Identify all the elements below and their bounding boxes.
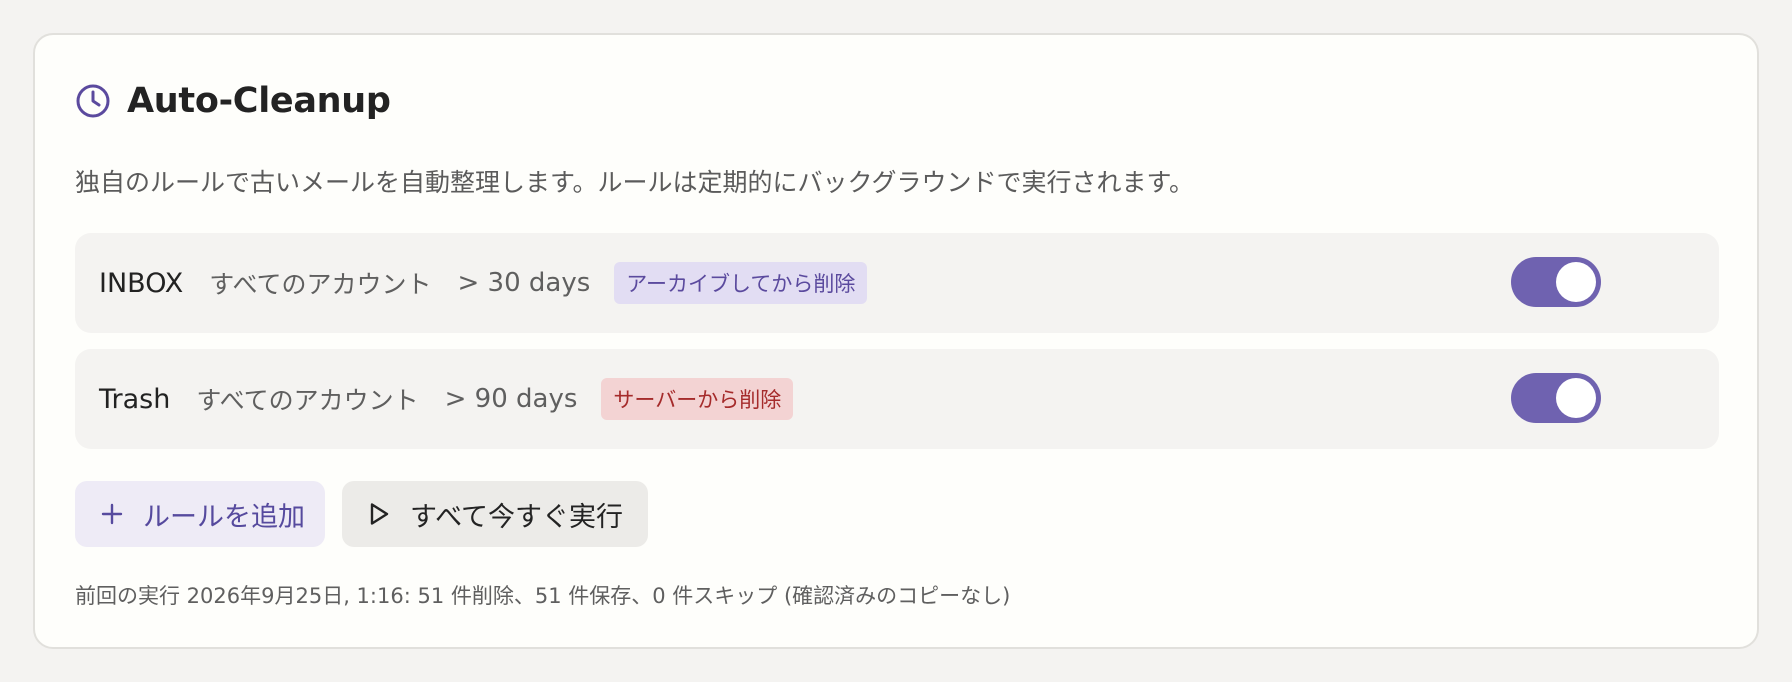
clock-icon bbox=[75, 83, 111, 119]
toggle-knob bbox=[1556, 262, 1596, 302]
rule-row-inbox: INBOX すべてのアカウント > 30 days アーカイブしてから削除 bbox=[75, 233, 1719, 333]
rule-account: すべてのアカウント bbox=[196, 386, 419, 415]
last-run-status: 前回の実行 2026年9月25日, 1:16: 51 件削除、51 件保存、0 … bbox=[75, 584, 1011, 608]
rule-account: すべてのアカウント bbox=[209, 270, 432, 299]
rule-age: > 90 days bbox=[444, 384, 578, 414]
rule-folder: Trash bbox=[99, 383, 171, 415]
add-rule-button[interactable]: ルールを追加 bbox=[75, 481, 325, 547]
rule-age: > 30 days bbox=[457, 268, 591, 298]
card-title: Auto-Cleanup bbox=[127, 81, 391, 121]
play-icon bbox=[366, 501, 392, 527]
rule-row-trash: Trash すべてのアカウント > 90 days サーバーから削除 bbox=[75, 349, 1719, 449]
toggle-knob bbox=[1556, 378, 1596, 418]
auto-cleanup-card: Auto-Cleanup 独自のルールで古いメールを自動整理します。ルールは定期… bbox=[33, 33, 1759, 649]
card-header: Auto-Cleanup bbox=[75, 81, 391, 121]
rule-action-badge: サーバーから削除 bbox=[601, 378, 794, 420]
run-all-label: すべて今すぐ実行 bbox=[410, 501, 624, 533]
rule-action-badge: アーカイブしてから削除 bbox=[614, 262, 868, 304]
rule-enabled-toggle[interactable] bbox=[1511, 257, 1601, 307]
rule-folder: INBOX bbox=[99, 267, 184, 299]
card-description: 独自のルールで古いメールを自動整理します。ルールは定期的にバックグラウンドで実行… bbox=[75, 168, 1195, 197]
add-rule-label: ルールを追加 bbox=[143, 501, 305, 533]
run-all-now-button[interactable]: すべて今すぐ実行 bbox=[342, 481, 648, 547]
rule-enabled-toggle[interactable] bbox=[1511, 373, 1601, 423]
plus-icon bbox=[99, 501, 125, 527]
